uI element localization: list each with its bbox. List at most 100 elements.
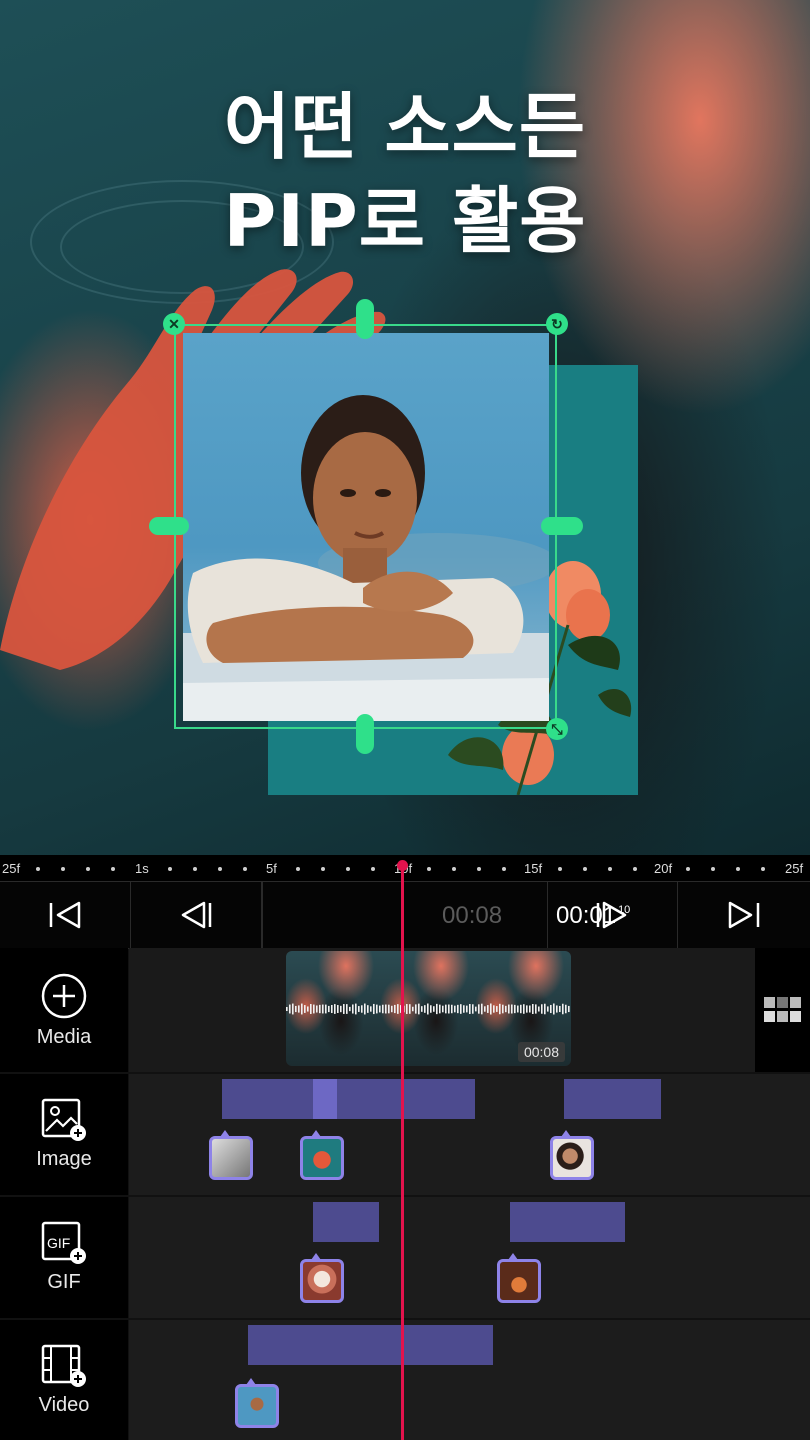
waveform-bar bbox=[295, 1005, 297, 1013]
resize-handle-top[interactable] bbox=[356, 299, 374, 339]
waveform-bar bbox=[535, 1004, 537, 1014]
ruler-label: 1s bbox=[135, 861, 149, 876]
pip-selection-frame[interactable] bbox=[174, 324, 557, 729]
drink-thumbnail bbox=[497, 1259, 541, 1303]
ruler-dot bbox=[736, 867, 740, 871]
waveform-bar bbox=[541, 1004, 543, 1014]
scale-icon[interactable]: ⤡ bbox=[546, 718, 568, 740]
image-layer-bar[interactable] bbox=[222, 1079, 475, 1119]
ruler-dot bbox=[427, 867, 431, 871]
waveform-bar bbox=[349, 1006, 351, 1012]
gif-layer-bar[interactable] bbox=[510, 1202, 625, 1242]
ruler-dot bbox=[711, 867, 715, 871]
skip-end-icon bbox=[728, 901, 760, 929]
playhead-handle[interactable] bbox=[397, 860, 408, 871]
waveform-bar bbox=[373, 1003, 375, 1015]
step-back-icon bbox=[181, 901, 212, 929]
waveform-bar bbox=[547, 1006, 549, 1012]
waveform-bar bbox=[442, 1005, 444, 1013]
waveform-bar bbox=[454, 1005, 456, 1013]
waveform-bar bbox=[391, 1005, 393, 1013]
add-gif-button[interactable]: GIF GIF bbox=[0, 1197, 128, 1318]
gif-track-lane[interactable] bbox=[129, 1197, 810, 1318]
jump-to-end-button[interactable] bbox=[679, 882, 809, 948]
waveform-bar bbox=[517, 1005, 519, 1013]
waveform-bar bbox=[565, 1004, 567, 1014]
resize-handle-left[interactable] bbox=[149, 517, 189, 535]
jump-to-start-button[interactable] bbox=[0, 882, 131, 948]
waveform-bar bbox=[322, 1004, 324, 1014]
ruler-dot bbox=[296, 867, 300, 871]
video-layer-chip[interactable] bbox=[235, 1378, 279, 1428]
waveform-bar bbox=[466, 1005, 468, 1013]
waveform-bar bbox=[478, 1004, 480, 1014]
waveform-bar bbox=[451, 1004, 453, 1014]
gif-layer-bar[interactable] bbox=[313, 1202, 379, 1242]
ruler-dot bbox=[321, 867, 325, 871]
ruler-dot bbox=[346, 867, 350, 871]
gif-layer-chip[interactable] bbox=[497, 1253, 541, 1303]
waveform-bar bbox=[427, 1003, 429, 1015]
waveform-bar bbox=[568, 1005, 570, 1013]
image-track-lane[interactable] bbox=[129, 1074, 810, 1195]
waveform-bar bbox=[298, 1005, 300, 1013]
ruler-dot bbox=[168, 867, 172, 871]
add-image-button[interactable]: Image bbox=[0, 1074, 128, 1195]
waveform-bar bbox=[559, 1005, 561, 1013]
delete-layer-icon[interactable]: ✕ bbox=[163, 313, 185, 335]
gif-layer-chip[interactable] bbox=[300, 1253, 344, 1303]
previous-frame-button[interactable] bbox=[131, 882, 262, 948]
image-layer-bar-selected[interactable] bbox=[313, 1079, 337, 1119]
layout-grid-button[interactable] bbox=[755, 948, 810, 1072]
waveform-bar bbox=[382, 1004, 384, 1014]
waveform-bar bbox=[331, 1004, 333, 1014]
resize-handle-right[interactable] bbox=[541, 517, 583, 535]
ruler-dot bbox=[452, 867, 456, 871]
waveform-bar bbox=[397, 1004, 399, 1014]
rotate-icon[interactable]: ↻ bbox=[546, 313, 568, 335]
waveform-bar bbox=[337, 1005, 339, 1013]
image-layer-bar[interactable] bbox=[564, 1079, 661, 1119]
add-media-button[interactable]: Media bbox=[0, 948, 128, 1072]
add-video-button[interactable]: Video bbox=[0, 1320, 128, 1440]
video-add-icon bbox=[41, 1344, 86, 1387]
waveform-bar bbox=[319, 1004, 321, 1014]
resize-handle-bottom[interactable] bbox=[356, 714, 374, 754]
waveform-bar bbox=[433, 1006, 435, 1012]
waveform-bar bbox=[313, 1004, 315, 1014]
video-preview[interactable]: 어떤 소스든 PIP로 활용 ✕ ↻ ⤡ bbox=[0, 0, 810, 855]
ruler-label: 25f bbox=[785, 861, 804, 876]
waveform-bar bbox=[562, 1003, 564, 1015]
media-clip[interactable]: 00:08 bbox=[286, 951, 571, 1066]
waveform-bar bbox=[424, 1005, 426, 1013]
ruler-dot bbox=[371, 867, 375, 871]
waveform-bar bbox=[406, 1004, 408, 1014]
image-layer-chip[interactable] bbox=[550, 1130, 594, 1180]
waveform-bar bbox=[334, 1004, 336, 1014]
video-track-lane[interactable] bbox=[129, 1320, 810, 1440]
waveform-bar bbox=[394, 1004, 396, 1014]
waveform-bar bbox=[538, 1006, 540, 1012]
image-layer-chip[interactable] bbox=[300, 1130, 344, 1180]
gif-add-icon: GIF bbox=[41, 1221, 86, 1264]
image-layer-chip[interactable] bbox=[209, 1130, 253, 1180]
next-frame-button[interactable] bbox=[547, 882, 678, 948]
plus-circle-icon bbox=[41, 973, 87, 1018]
waveform-bar bbox=[523, 1004, 525, 1014]
ruler-dot bbox=[558, 867, 562, 871]
ruler-dot bbox=[111, 867, 115, 871]
media-label: Media bbox=[36, 1025, 92, 1048]
waveform-bar bbox=[346, 1004, 348, 1014]
waveform-bar bbox=[487, 1005, 489, 1013]
waveform-bar bbox=[352, 1004, 354, 1014]
waveform-bar bbox=[511, 1004, 513, 1014]
playhead[interactable] bbox=[401, 862, 404, 1440]
waveform-bar bbox=[472, 1004, 474, 1014]
ruler-dot bbox=[477, 867, 481, 871]
ruler-dot bbox=[86, 867, 90, 871]
ruler-dot bbox=[193, 867, 197, 871]
ruler-dot bbox=[608, 867, 612, 871]
video-layer-bar[interactable] bbox=[248, 1325, 493, 1365]
waveform-bar bbox=[361, 1005, 363, 1013]
waveform-bar bbox=[325, 1004, 327, 1014]
